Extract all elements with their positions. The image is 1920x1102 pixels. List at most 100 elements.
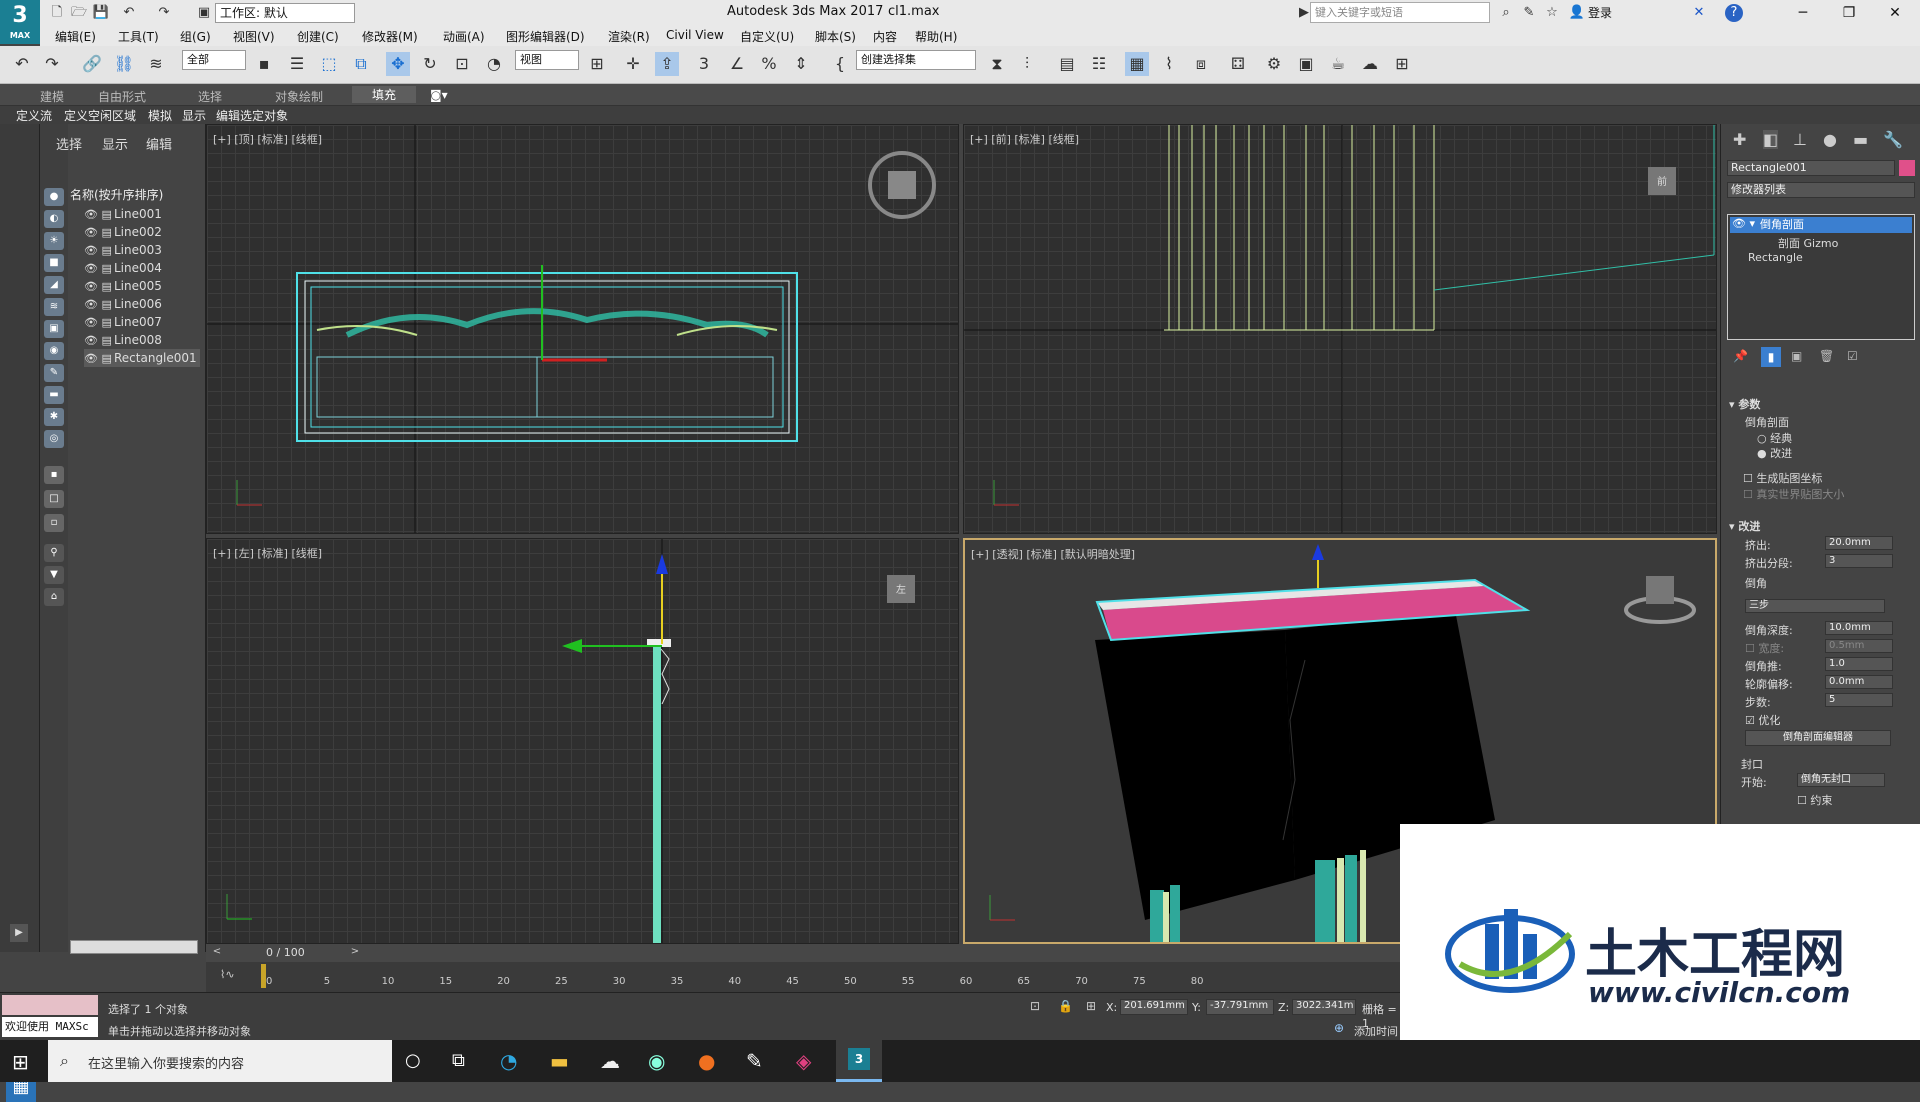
optimize-checkbox[interactable]: ☑ 优化: [1745, 712, 1780, 728]
app-logo[interactable]: 3 MAX: [0, 0, 40, 44]
visibility-icon[interactable]: 👁 ▤: [84, 224, 114, 242]
windows-start-icon[interactable]: ⊞: [12, 1050, 29, 1074]
taskbar-search-box[interactable]: ⌕ 在这里输入你要搜索的内容: [48, 1040, 392, 1082]
display-containers-icon[interactable]: ▬: [44, 386, 64, 404]
configure-sets-icon[interactable]: ☑: [1847, 349, 1858, 363]
viewport-front[interactable]: [+] [前] [标准] [线框] 前: [963, 124, 1717, 534]
viewport-left[interactable]: [+] [左] [标准] [线框] 左: [206, 538, 959, 944]
app-icon-2[interactable]: ◉: [648, 1049, 665, 1073]
stack-visibility-icon[interactable]: 👁 ▾: [1732, 217, 1755, 230]
params-rollout-title[interactable]: ▾ 参数: [1729, 396, 1760, 412]
display-bones-icon[interactable]: ✎: [44, 364, 64, 382]
layer-explorer-icon[interactable]: ▤: [1055, 52, 1079, 76]
search-input[interactable]: 键入关键字或短语: [1310, 2, 1490, 23]
display-lights-icon[interactable]: ☀: [44, 232, 64, 250]
render-cloud-icon[interactable]: ☁: [1358, 52, 1382, 76]
list-item-selected[interactable]: 👁 ▤ Rectangle001: [84, 349, 200, 367]
help-icon[interactable]: ?: [1725, 4, 1743, 22]
favorites-icon[interactable]: ☆: [1543, 4, 1561, 22]
select-by-name-icon[interactable]: ☰: [285, 52, 309, 76]
menu-scripting[interactable]: 脚本(S): [815, 28, 856, 45]
curve-editor-icon[interactable]: ⌇: [1157, 52, 1181, 76]
list-item[interactable]: 👁 ▤ Line001: [84, 205, 200, 223]
ribbon-tab-populate[interactable]: 填充: [352, 86, 417, 103]
ribbon-edit-selected[interactable]: 编辑选定对象: [216, 107, 288, 124]
ribbon-define-idle-areas[interactable]: 定义空闲区域: [64, 107, 136, 124]
menu-create[interactable]: 创建(C): [297, 28, 339, 45]
angle-snap-icon[interactable]: ∠: [725, 52, 749, 76]
display-xrefs-icon[interactable]: ◉: [44, 342, 64, 360]
visibility-icon[interactable]: 👁 ▤: [84, 314, 114, 332]
toggle-ribbon-icon[interactable]: ☷: [1087, 52, 1111, 76]
menu-modifiers[interactable]: 修改器(M): [362, 28, 418, 45]
schematic-view-icon[interactable]: ⧈: [1189, 52, 1213, 76]
list-item[interactable]: 👁 ▤ Line002: [84, 223, 200, 241]
ribbon-simulate[interactable]: 模拟: [148, 107, 172, 124]
material-editor-icon[interactable]: ⚃: [1226, 52, 1250, 76]
visibility-icon[interactable]: 👁 ▤: [84, 242, 114, 260]
viewport-top[interactable]: [+] [顶] [标准] [线框]: [206, 124, 959, 534]
minimize-icon[interactable]: ─: [1780, 0, 1826, 26]
width-spinner[interactable]: 0.5mm: [1825, 639, 1893, 653]
maximize-icon[interactable]: ❐: [1826, 0, 1872, 26]
edit-named-sets-icon[interactable]: {: [828, 52, 852, 76]
selection-lock-icon[interactable]: 🔒: [1058, 999, 1073, 1013]
curve-editor-mini-icon[interactable]: ⌇∿: [220, 968, 235, 981]
bevel-type-dropdown[interactable]: 三步: [1745, 599, 1885, 613]
show-end-result-icon[interactable]: ▮: [1761, 347, 1781, 367]
login-label[interactable]: 登录: [1588, 4, 1612, 21]
visibility-icon[interactable]: 👁 ▤: [84, 260, 114, 278]
display-frozen-icon[interactable]: ◎: [44, 430, 64, 448]
x-coord-field[interactable]: 201.691mm: [1120, 999, 1188, 1015]
contour-spinner[interactable]: 0.0mm: [1825, 675, 1893, 689]
edge-icon[interactable]: ◔: [500, 1049, 517, 1073]
display-none-icon[interactable]: □: [44, 490, 64, 508]
scene-explorer-icon[interactable]: ▦: [1125, 52, 1149, 76]
pin-stack-icon[interactable]: 📌: [1733, 349, 1748, 363]
expand-icon[interactable]: ▶: [10, 924, 28, 942]
cap-start-dropdown[interactable]: 倒角无封口: [1797, 773, 1885, 787]
option-classic[interactable]: ○ 经典: [1757, 430, 1792, 446]
selection-filter-dropdown[interactable]: 全部: [182, 50, 246, 70]
scene-scrollbar[interactable]: [70, 940, 198, 954]
display-geometry-icon[interactable]: ●: [44, 188, 64, 206]
z-coord-field[interactable]: 3022.341m: [1292, 999, 1356, 1015]
ribbon-tab-object-paint[interactable]: 对象绘制: [275, 88, 323, 105]
menu-civil-view[interactable]: Civil View: [666, 28, 724, 42]
maxscript-mini-listener[interactable]: 欢迎使用 MAXSc: [2, 1017, 98, 1037]
percent-snap-icon[interactable]: %: [757, 52, 781, 76]
ribbon-tab-selection[interactable]: 选择: [198, 88, 222, 105]
selection-set-dropdown[interactable]: 创建选择集: [856, 50, 976, 70]
menu-graph-editors[interactable]: 图形编辑器(D): [506, 28, 585, 45]
next-frame-icon[interactable]: >: [348, 946, 362, 960]
redo-button[interactable]: ↷: [40, 52, 64, 76]
display-invert-icon[interactable]: ▫: [44, 514, 64, 532]
visibility-icon[interactable]: 👁 ▤: [84, 350, 114, 368]
ribbon-tab-modeling[interactable]: 建模: [40, 88, 64, 105]
move-icon[interactable]: ✥: [386, 52, 410, 76]
undo-button[interactable]: ↶: [10, 52, 34, 76]
ribbon-display[interactable]: 显示: [182, 107, 206, 124]
menu-edit[interactable]: 编辑(E): [55, 28, 96, 45]
snaps-toggle-icon[interactable]: 3: [692, 52, 716, 76]
reference-coord-dropdown[interactable]: 视图: [515, 50, 579, 70]
list-item[interactable]: 👁 ▤ Line005: [84, 277, 200, 295]
app-icon-3[interactable]: ◈: [796, 1049, 811, 1073]
render-setup-icon[interactable]: ⚙: [1262, 52, 1286, 76]
menu-customize[interactable]: 自定义(U): [740, 28, 794, 45]
task-view-icon[interactable]: ⧉: [452, 1050, 465, 1071]
search-icon[interactable]: ⌕: [1497, 4, 1515, 22]
menu-rendering[interactable]: 渲染(R): [608, 28, 650, 45]
taskbar-3dsmax[interactable]: 3: [836, 1040, 882, 1082]
menu-animation[interactable]: 动画(A): [443, 28, 485, 45]
extrude-spinner[interactable]: 20.0mm: [1825, 536, 1893, 550]
display-particles-icon[interactable]: ✱: [44, 408, 64, 426]
keyboard-shortcut-icon[interactable]: ⇪: [655, 52, 679, 76]
ribbon-define-flows[interactable]: 定义流: [16, 107, 52, 124]
link-icon[interactable]: 🔗: [80, 52, 104, 76]
motion-tab-icon[interactable]: ●: [1823, 130, 1837, 149]
scale-icon[interactable]: ⊡: [450, 52, 474, 76]
redo-icon[interactable]: ↷: [155, 4, 173, 22]
firefox-icon[interactable]: ●: [698, 1049, 715, 1073]
scene-tab-edit[interactable]: 编辑: [146, 134, 172, 153]
